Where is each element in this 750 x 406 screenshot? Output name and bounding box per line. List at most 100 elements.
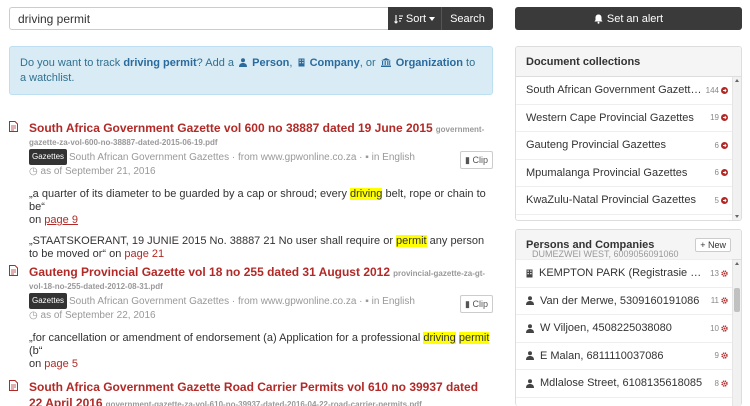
collection-label: South African Government Gazettes bbox=[526, 84, 702, 97]
entity-item[interactable]: Van der Merwe, 5309160191086 11 bbox=[516, 288, 732, 315]
clip-label: Clip bbox=[472, 299, 488, 309]
info-term: driving permit bbox=[123, 57, 197, 69]
snippet-highlight: driving bbox=[350, 188, 383, 200]
entity-item[interactable]: W Viljoen, 4508225038080 10 bbox=[516, 315, 732, 343]
entity-label: KEMPTON PARK (Registrasie No.... bbox=[539, 267, 707, 280]
entity-item[interactable]: DUMEZWEI WEST, 6009056091060 bbox=[516, 250, 732, 260]
sort-icon bbox=[394, 14, 403, 24]
scrollbar[interactable] bbox=[732, 77, 741, 220]
caret-down-icon bbox=[429, 16, 436, 21]
entity-label: Van der Merwe, 5309160191086 bbox=[540, 294, 700, 307]
scroll-up-icon[interactable] bbox=[735, 79, 739, 82]
document-collections-panel: Document collections South African Gover… bbox=[515, 46, 742, 221]
set-alert-button[interactable]: Set an alert bbox=[515, 7, 742, 30]
clock-icon: ◷ bbox=[29, 310, 41, 321]
arrow-circle-icon bbox=[721, 169, 728, 177]
persons-companies-panel: Persons and Companies + New DUMEZWEI WES… bbox=[515, 229, 742, 406]
collection-count: 144 bbox=[705, 85, 719, 95]
entity-label: Mdlalose Street, 6108135618085 bbox=[540, 377, 703, 390]
sort-button[interactable]: Sort bbox=[388, 7, 442, 30]
page-link[interactable]: page 21 bbox=[124, 248, 164, 260]
entity-item[interactable]: E Malan, 6811110037086 9 bbox=[516, 343, 732, 370]
entity-label: E Malan, 6811110037086 bbox=[540, 349, 664, 362]
result-origin: · from www.gpwonline.co.za · bbox=[229, 152, 366, 163]
entity-count: 10 bbox=[710, 323, 719, 333]
entity-item[interactable]: KEMPTON PARK (Registrasie No.... 13 bbox=[516, 260, 732, 288]
info-or: , or bbox=[359, 57, 379, 69]
clip-label: Clip bbox=[472, 155, 488, 165]
search-bar: Sort Search bbox=[9, 7, 493, 30]
arrow-circle-icon bbox=[721, 196, 728, 204]
persons-list: DUMEZWEI WEST, 6009056091060 KEMPTON PARK… bbox=[516, 250, 732, 398]
result-snippet: „STAATSKOERANT, 19 JUNIE 2015 No. 38887 … bbox=[29, 235, 493, 261]
collection-count: 5 bbox=[714, 195, 719, 205]
search-button[interactable]: Search bbox=[442, 7, 493, 30]
person-icon bbox=[526, 351, 534, 361]
result-filename: government-gazette-za-vol-610-no-39937-d… bbox=[105, 400, 422, 406]
scroll-thumb[interactable] bbox=[734, 288, 740, 312]
scrollbar[interactable] bbox=[732, 260, 741, 406]
collection-item[interactable]: South African Government Gazettes 144 bbox=[516, 77, 732, 105]
collection-item[interactable]: Western Cape Provincial Gazettes 19 bbox=[516, 105, 732, 132]
pdf-file-icon bbox=[9, 380, 18, 391]
entity-item[interactable]: Mdlalose Street, 6108135618085 8 bbox=[516, 370, 732, 398]
gear-icon bbox=[721, 270, 728, 277]
watchlist-info-box: Do you want to track driving permit? Add… bbox=[9, 46, 493, 95]
scroll-down-icon[interactable] bbox=[735, 215, 739, 218]
person-icon bbox=[526, 296, 534, 306]
result-title-link[interactable]: Gauteng Provincial Gazette vol 18 no 255… bbox=[29, 265, 390, 279]
clip-button[interactable]: ▮ Clip bbox=[460, 151, 493, 169]
entity-count: 13 bbox=[710, 268, 719, 278]
arrow-circle-icon bbox=[721, 86, 728, 94]
collection-item[interactable]: Mpumalanga Provincial Gazettes 6 bbox=[516, 160, 732, 187]
search-result: Gauteng Provincial Gazette vol 18 no 255… bbox=[9, 264, 493, 371]
snippet-text: „for cancellation or amendment of endors… bbox=[29, 332, 424, 344]
snippet-text: (b“ bbox=[29, 345, 43, 357]
arrow-circle-icon bbox=[721, 114, 728, 122]
collection-count: 6 bbox=[714, 168, 719, 178]
bell-icon bbox=[594, 14, 603, 24]
snippet-on: on bbox=[29, 358, 45, 370]
institution-icon bbox=[380, 58, 391, 67]
result-date: as of September 21, 2016 bbox=[40, 166, 156, 177]
person-icon bbox=[526, 378, 534, 388]
gear-icon bbox=[721, 325, 728, 332]
add-organization-link[interactable]: Organization bbox=[396, 57, 463, 69]
result-title-link[interactable]: South Africa Government Gazette vol 600 … bbox=[29, 121, 433, 135]
scroll-up-icon[interactable] bbox=[735, 262, 739, 265]
page-link[interactable]: page 5 bbox=[44, 358, 78, 370]
result-language: in English bbox=[371, 152, 415, 163]
result-source[interactable]: South African Government Gazettes bbox=[69, 152, 229, 163]
result-meta: Gazettes South African Government Gazette… bbox=[29, 149, 493, 179]
collection-badge: Gazettes bbox=[29, 149, 68, 165]
snippet-highlight: driving bbox=[423, 332, 456, 344]
info-comma: , bbox=[289, 57, 296, 69]
info-mid: ? Add a bbox=[196, 57, 238, 69]
pdf-file-icon bbox=[9, 265, 18, 276]
entity-count: 8 bbox=[714, 378, 719, 388]
panel-title: Persons and Companies bbox=[526, 238, 655, 251]
collection-item[interactable]: Gauteng Provincial Gazettes 6 bbox=[516, 132, 732, 160]
person-icon bbox=[526, 323, 534, 333]
snippet-on: on bbox=[106, 248, 125, 260]
result-origin: · from www.gpwonline.co.za · bbox=[229, 296, 366, 307]
snippet-text: „a quarter of its diameter to be guarded… bbox=[29, 188, 351, 200]
clip-button[interactable]: ▮ Clip bbox=[460, 295, 493, 313]
snippet-on: on bbox=[29, 214, 45, 226]
gear-icon bbox=[721, 380, 728, 387]
add-person-link[interactable]: Person bbox=[252, 57, 289, 69]
page-link[interactable]: page 9 bbox=[44, 214, 78, 226]
collection-item[interactable]: KwaZulu-Natal Provincial Gazettes 5 bbox=[516, 187, 732, 215]
gear-icon bbox=[721, 352, 728, 359]
gear-icon bbox=[721, 297, 728, 304]
result-meta: Gazettes South African Government Gazette… bbox=[29, 293, 493, 323]
collection-count: 6 bbox=[714, 140, 719, 150]
sort-label: Sort bbox=[405, 12, 427, 25]
entity-count: 9 bbox=[714, 351, 719, 361]
collection-label: KwaZulu-Natal Provincial Gazettes bbox=[526, 194, 696, 207]
collection-badge: Gazettes bbox=[29, 293, 68, 309]
result-source[interactable]: South African Government Gazettes bbox=[69, 296, 229, 307]
add-company-link[interactable]: Company bbox=[310, 57, 360, 69]
collection-label: Western Cape Provincial Gazettes bbox=[526, 111, 694, 124]
search-input[interactable] bbox=[9, 7, 388, 30]
